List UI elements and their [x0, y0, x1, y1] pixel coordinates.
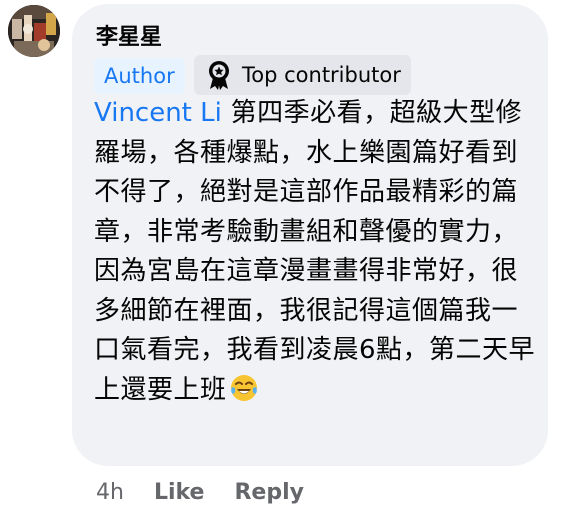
like-button[interactable]: Like	[154, 478, 205, 508]
comment-author-name[interactable]: 李星星	[96, 24, 162, 52]
top-contributor-badge[interactable]: Top contributor	[194, 55, 411, 95]
comment-text: Vincent Li 第四季必看，超級大型修羅場，各種爆點，水上樂園篇好看到不得…	[94, 94, 536, 410]
award-badge-icon	[206, 60, 232, 90]
comment-timestamp[interactable]: 4h	[96, 478, 124, 508]
reply-button[interactable]: Reply	[234, 478, 304, 508]
top-contributor-label: Top contributor	[242, 63, 401, 87]
comment-actions: 4h Like Reply	[96, 478, 304, 508]
mention-link[interactable]: Vincent Li	[94, 98, 222, 128]
tears-of-joy-emoji	[230, 374, 258, 402]
author-badge: Author	[94, 58, 185, 94]
avatar[interactable]	[8, 5, 60, 57]
avatar-image	[8, 5, 60, 57]
comment-body: 第四季必看，超級大型修羅場，各種爆點，水上樂園篇好看到不得了，絕對是這部作品最精…	[94, 98, 536, 405]
